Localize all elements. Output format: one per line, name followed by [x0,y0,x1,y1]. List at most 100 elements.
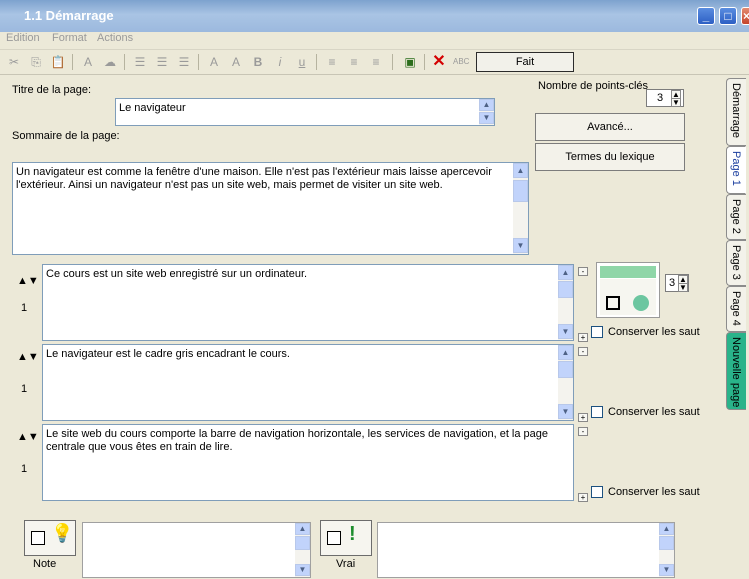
fait-button[interactable]: Fait [476,52,574,72]
minimize-icon: _ [702,9,710,23]
bullet-list-icon[interactable]: ☰ [132,54,148,70]
toolbar-separator [316,54,317,70]
scroll-thumb[interactable] [558,361,573,378]
image-spinner[interactable]: 3 ▲ ▼ [665,274,689,292]
window-title: 1.1 Démarrage [24,8,114,23]
vrai-scrollbar[interactable]: ▲ ▼ [659,523,674,577]
conserver-label: Conserver les saut [608,406,700,418]
tab-page-1[interactable]: Page 1 [726,146,746,194]
spellcheck-icon[interactable]: ABC [453,54,469,70]
titre-value: Le navigateur [119,102,186,114]
point-number: 1 [21,302,28,314]
spin-down-icon[interactable]: ▼ [671,98,681,107]
cut-icon[interactable]: ✂ [6,54,22,70]
point-textarea-3[interactable]: Le site web du cours comporte la barre d… [42,424,574,501]
preview-icon[interactable]: ▣ [402,54,418,70]
collapse-icon[interactable]: - [578,347,588,356]
scroll-up-icon[interactable]: ▲ [659,523,674,535]
avance-button[interactable]: Avancé... [535,113,685,141]
scroll-up-icon[interactable]: ▲ [513,163,528,178]
spin-down-icon[interactable]: ▼ [678,283,688,292]
paste-icon[interactable]: 📋 [50,54,66,70]
sommaire-textarea[interactable]: Un navigateur est comme la fenêtre d'une… [12,162,529,255]
collapse-icon[interactable]: - [578,427,588,436]
collapse-icon[interactable]: - [578,267,588,276]
indent-list-icon[interactable]: ☰ [176,54,192,70]
maximize-button[interactable]: □ [719,7,737,25]
menu-edition[interactable]: Edition [6,32,40,44]
close-button[interactable]: × [741,7,749,25]
point-image[interactable] [596,262,660,318]
align-center-icon[interactable]: ≡ [346,54,362,70]
scroll-down-icon[interactable]: ▼ [558,324,573,339]
font-icon[interactable]: A [80,54,96,70]
align-right-icon[interactable]: ≡ [368,54,384,70]
align-left-icon[interactable]: ≡ [324,54,340,70]
tab-demarrage[interactable]: Démarrage [726,78,746,146]
point-scrollbar[interactable]: ▲ ▼ [558,345,573,420]
checkbox-icon [31,531,45,545]
move-up-down-icon[interactable]: ▲▼ [17,276,39,287]
move-arrows-3[interactable]: ▲▼ [17,432,39,454]
scroll-up-icon[interactable]: ▲ [558,345,573,360]
move-up-down-icon[interactable]: ▲▼ [17,352,39,363]
tab-nouvelle-page[interactable]: Nouvelle page [726,332,746,410]
tab-page-2[interactable]: Page 2 [726,194,746,240]
font-grow-icon[interactable]: A [206,54,222,70]
italic-icon[interactable]: i [272,54,288,70]
tab-page-4[interactable]: Page 4 [726,286,746,332]
color-icon[interactable]: ☁ [102,54,118,70]
vrai-button[interactable]: ! [320,520,372,556]
titre-input[interactable]: Le navigateur ▲ ▼ [115,98,495,126]
scroll-down-icon[interactable]: ▼ [479,112,494,124]
scroll-thumb[interactable] [295,536,310,550]
scroll-up-icon[interactable]: ▲ [479,99,494,111]
minimize-button[interactable]: _ [697,7,715,25]
conserver-checkbox[interactable] [591,486,603,498]
font-shrink-icon[interactable]: A [228,54,244,70]
lexique-button[interactable]: Termes du lexique [535,143,685,171]
point-textarea-2[interactable]: Le navigateur est le cadre gris encadran… [42,344,574,421]
points-count-spinner[interactable]: 3 ▲ ▼ [646,89,684,107]
conserver-checkbox[interactable] [591,326,603,338]
point-textarea-1[interactable]: Ce cours est un site web enregistré sur … [42,264,574,341]
scroll-thumb[interactable] [659,536,674,550]
expand-icon[interactable]: + [578,333,588,342]
note-scrollbar[interactable]: ▲ ▼ [295,523,310,577]
point-number: 1 [21,463,28,475]
exclamation-icon: ! [349,523,356,545]
scroll-down-icon[interactable]: ▼ [513,238,528,253]
title-bar: 1.1 Démarrage _ □ × [0,0,749,32]
tab-page-3[interactable]: Page 3 [726,240,746,286]
move-arrows-2[interactable]: ▲▼ [17,352,39,374]
copy-icon[interactable]: ⎘ [28,54,44,70]
move-arrows-1[interactable]: ▲▼ [17,276,39,298]
menu-format[interactable]: Format [52,32,87,44]
close-icon: × [742,9,749,23]
scroll-down-icon[interactable]: ▼ [659,564,674,576]
underline-icon[interactable]: u [294,54,310,70]
note-textarea[interactable]: ▲ ▼ [82,522,311,578]
titre-scrollbar[interactable]: ▲ ▼ [479,99,494,125]
numbered-list-icon[interactable]: ☰ [154,54,170,70]
conserver-checkbox[interactable] [591,406,603,418]
expand-icon[interactable]: + [578,413,588,422]
sommaire-scrollbar[interactable]: ▲ ▼ [513,163,528,254]
note-label: Note [33,558,57,570]
note-button[interactable]: 💡 [24,520,76,556]
scroll-down-icon[interactable]: ▼ [295,564,310,576]
scroll-down-icon[interactable]: ▼ [558,404,573,419]
scroll-thumb[interactable] [558,281,573,298]
vrai-textarea[interactable]: ▲ ▼ [377,522,675,578]
menu-actions[interactable]: Actions [97,32,133,44]
expand-icon[interactable]: + [578,493,588,502]
toolbar-separator [424,54,425,70]
move-up-down-icon[interactable]: ▲▼ [17,432,39,443]
scroll-up-icon[interactable]: ▲ [558,265,573,280]
scroll-thumb[interactable] [513,180,528,202]
scroll-up-icon[interactable]: ▲ [295,523,310,535]
sommaire-label: Sommaire de la page: [12,130,120,142]
bold-icon[interactable]: B [250,54,266,70]
delete-icon[interactable]: ✕ [431,54,447,70]
point-scrollbar[interactable]: ▲ ▼ [558,265,573,340]
